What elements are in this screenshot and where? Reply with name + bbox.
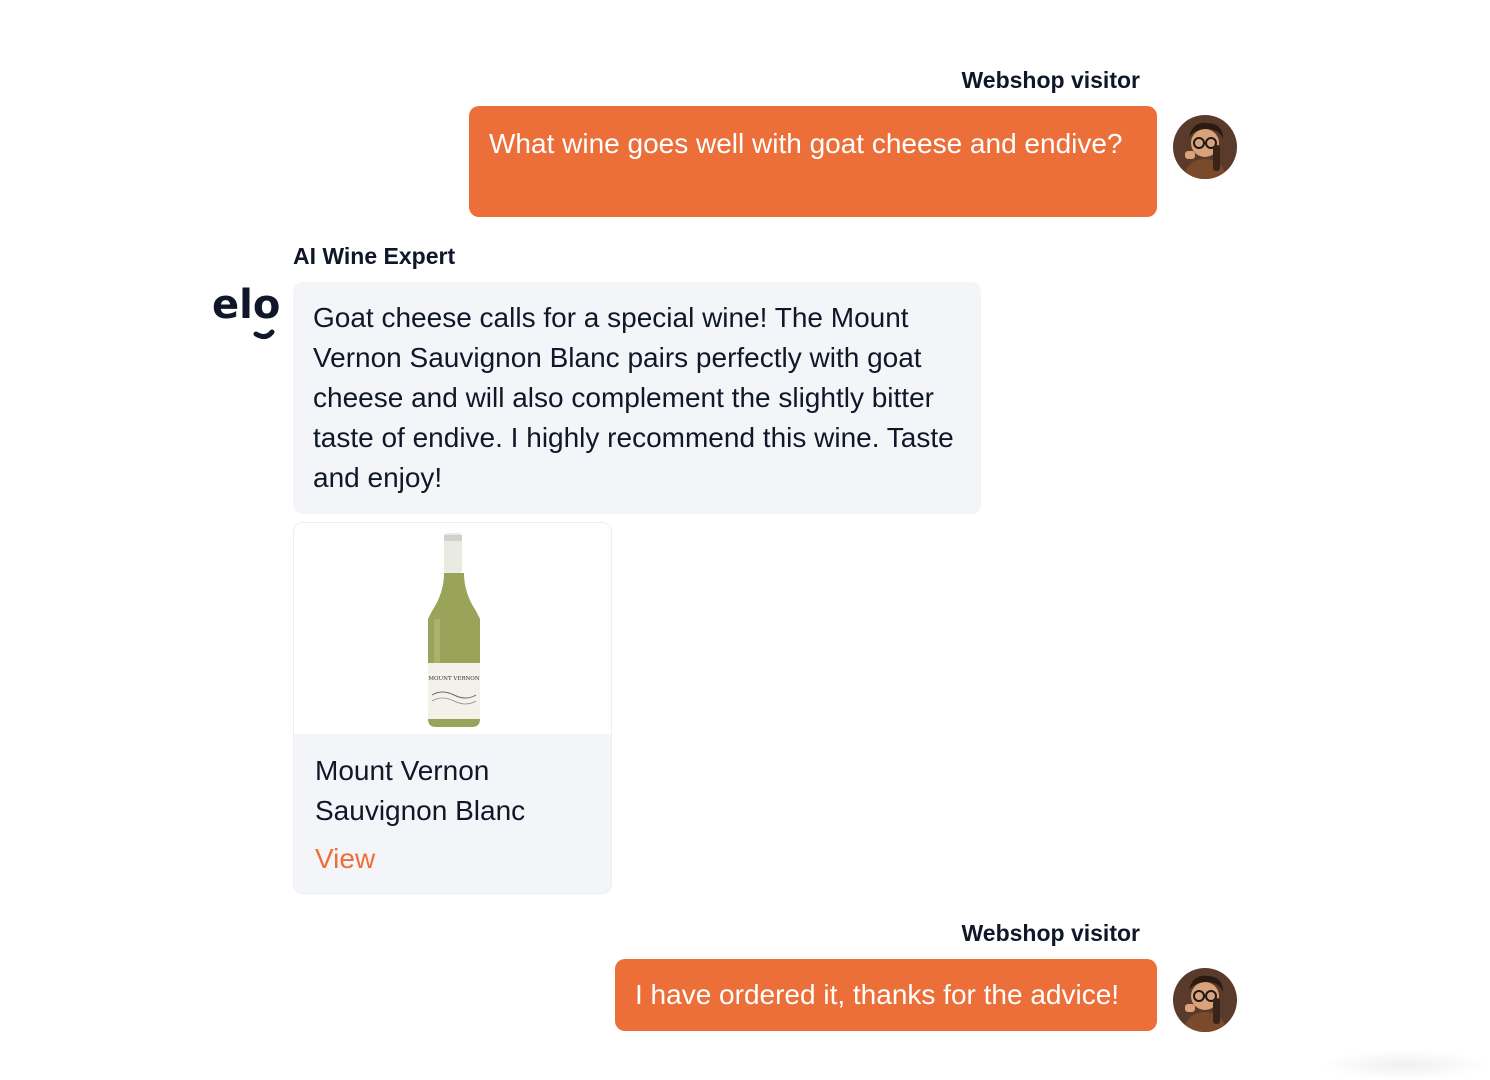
elo-logo-text: elo (212, 282, 280, 328)
product-card[interactable]: MOUNT VERNON Mount Vernon Sauvignon Blan… (293, 522, 612, 894)
user-avatar-icon (1173, 968, 1237, 1032)
message-sender-visitor: Webshop visitor (961, 67, 1141, 93)
bot-message-text: Goat cheese calls for a special wine! Th… (313, 302, 954, 493)
user-message-bubble: What wine goes well with goat cheese and… (469, 106, 1157, 217)
elo-logo-icon: elo (210, 282, 282, 348)
product-name: Mount Vernon Sauvignon Blanc (315, 755, 526, 826)
user-message-bubble: I have ordered it, thanks for the advice… (615, 959, 1157, 1031)
user-message-text: I have ordered it, thanks for the advice… (635, 979, 1120, 1010)
decorative-shadow (1320, 1050, 1490, 1080)
view-product-link[interactable]: View (315, 839, 375, 879)
message-sender-bot: AI Wine Expert (293, 243, 456, 269)
message-sender-visitor: Webshop visitor (961, 920, 1141, 946)
user-message-text: What wine goes well with goat cheese and… (489, 128, 1123, 159)
bottle-label-text: MOUNT VERNON (428, 676, 479, 682)
user-avatar-icon (1173, 115, 1237, 179)
bot-message-bubble: Goat cheese calls for a special wine! Th… (293, 282, 981, 514)
product-image: MOUNT VERNON (294, 523, 611, 734)
wine-bottle-icon: MOUNT VERNON (428, 533, 480, 727)
